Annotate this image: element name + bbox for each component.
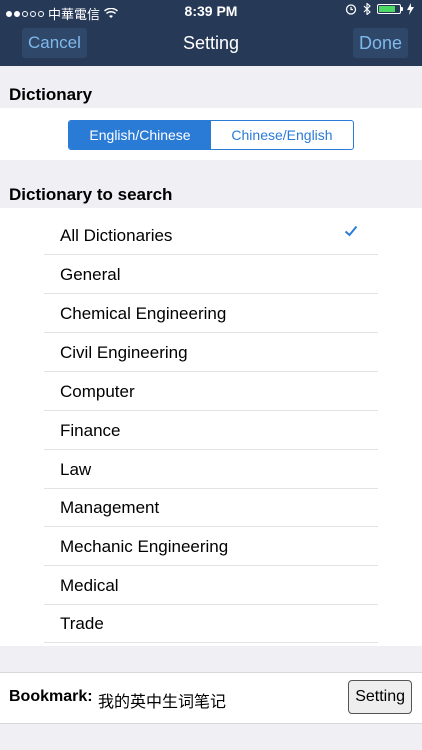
- dictionary-item-label: Medical: [60, 576, 119, 595]
- checkmark-icon: [344, 225, 358, 237]
- dictionary-item-label: Law: [60, 460, 92, 479]
- segment-chinese-english[interactable]: Chinese/English: [211, 121, 353, 149]
- dictionary-section-header: Dictionary: [9, 85, 93, 104]
- dictionary-item-general[interactable]: General: [44, 255, 378, 294]
- navigation-header: 中華電信 8:39 PM Cancel Setting Done: [0, 0, 422, 66]
- dictionary-item-label: Trade: [60, 614, 104, 633]
- dictionary-item-label: Computer: [60, 382, 135, 401]
- dictionary-item-mechanic-engineering[interactable]: Mechanic Engineering: [44, 527, 378, 566]
- segment-english-chinese[interactable]: English/Chinese: [69, 121, 211, 149]
- dictionary-item-civil-engineering[interactable]: Civil Engineering: [44, 333, 378, 372]
- bookmark-value: 我的英中生词笔记: [98, 692, 227, 711]
- dictionary-item-label: Mechanic Engineering: [60, 537, 229, 556]
- status-bar: 中華電信 8:39 PM: [0, 0, 422, 22]
- dictionary-item-finance[interactable]: Finance: [44, 411, 378, 450]
- bluetooth-icon: [363, 3, 371, 15]
- dictionary-item-label: General: [60, 265, 121, 284]
- dictionary-item-label: Management: [60, 498, 160, 517]
- alarm-icon: [345, 4, 357, 15]
- bookmark-label: Bookmark:: [9, 688, 93, 705]
- dictionary-item-management[interactable]: Management: [44, 488, 378, 527]
- dictionary-item-label: Finance: [60, 421, 121, 440]
- done-button[interactable]: Done: [352, 28, 408, 58]
- battery-icon: [377, 4, 403, 14]
- dictionary-direction-segmented-control: English/Chinese Chinese/English: [68, 120, 354, 150]
- bookmark-setting-button[interactable]: Setting: [348, 680, 412, 714]
- dictionary-item-label: Chemical Engineering: [60, 304, 227, 323]
- dictionary-item-all[interactable]: All Dictionaries: [44, 216, 378, 255]
- dictionary-item-computer[interactable]: Computer: [44, 372, 378, 411]
- dictionary-item-trade[interactable]: Trade: [44, 604, 378, 643]
- dictionary-item-label: All Dictionaries: [60, 226, 173, 245]
- dictionary-item-medical[interactable]: Medical: [44, 566, 378, 605]
- dictionary-item-chemical-engineering[interactable]: Chemical Engineering: [44, 294, 378, 333]
- dictionary-search-section-header: Dictionary to search: [9, 185, 173, 204]
- dictionary-item-label: Civil Engineering: [60, 343, 188, 362]
- charging-icon: [407, 3, 414, 15]
- dictionary-item-law[interactable]: Law: [44, 450, 378, 489]
- bookmark-bar: Bookmark: 我的英中生词笔记 Setting: [0, 672, 422, 724]
- status-right: [345, 3, 414, 15]
